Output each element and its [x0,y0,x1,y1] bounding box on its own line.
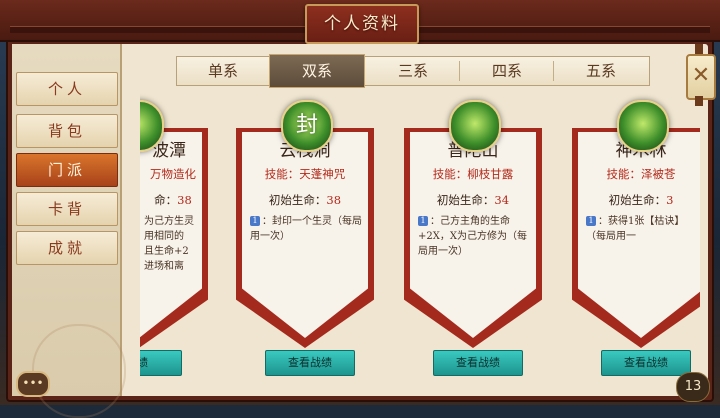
window-title: 个人资料 [324,14,400,34]
info-icon: 1 [250,216,260,226]
sidebar-item-card-back[interactable]: 卡背 [16,192,118,226]
tab-double[interactable]: 双系 [269,54,365,88]
sect-card-list: 波潭 万物造化 命：38 为己方生灵 用相同的 且生命+2 进场和离 战绩 云栈… [140,92,700,392]
sect-skill: 技能：柳枝甘露 [432,167,514,181]
info-icon: 1 [586,216,596,226]
sect-skill: 技能：泽被苍 [606,167,676,181]
sect-card[interactable]: 波潭 万物造化 命：38 为己方生灵 用相同的 且生命+2 进场和离 [140,128,208,348]
seal-sect-icon: 封 [281,100,333,152]
tab-divider [553,61,554,81]
sect-description: 为己方生灵 用相同的 且生命+2 进场和离 [144,216,194,272]
view-record-button[interactable]: 查看战绩 [601,350,691,376]
sect-hp: 初始生命：34 [436,193,510,207]
tab-quint[interactable]: 五系 [555,57,647,85]
close-icon[interactable]: ✕ [686,54,716,100]
tab-divider [459,61,460,81]
sect-hp: 初始生命：3 [608,193,674,207]
sect-description: 1 ：己方主角的生命+2X，X为己方修为（每局用一次） [418,216,527,257]
sect-hp: 命：38 [154,193,192,207]
tree-sect-icon [617,100,669,152]
tab-quad[interactable]: 四系 [461,57,553,85]
sidebar-item-achievements[interactable]: 成就 [16,231,118,265]
view-record-button[interactable]: 查看战绩 [265,350,355,376]
sect-card[interactable]: 普陀山 技能：柳枝甘露 初始生命：34 1：己方主角的生命+2X，X为己方修为（… [404,128,542,348]
willow-sect-icon [449,100,501,152]
sect-description: 1 ：封印一个生灵（每局用一次） [250,216,362,242]
sidebar-item-backpack[interactable]: 背包 [16,114,118,148]
view-record-button[interactable]: 战绩 [140,350,182,376]
tab-bar: 单系 双系 三系 四系 五系 [176,54,650,88]
sidebar-decoration [32,324,126,418]
lantern-cap [695,96,703,106]
lantern-cap [695,44,703,54]
chat-bubble-icon[interactable]: ••• [16,371,50,397]
sect-card[interactable]: 云栈洞 技能：天蓬神咒 初始生命：38 1：封印一个生灵（每局用一次） [236,128,374,348]
sect-description: 1 ：获得1张【枯诀】（每局用一 [586,216,685,242]
sidebar-item-profile[interactable]: 个人 [16,72,118,106]
tab-single[interactable]: 单系 [177,57,269,85]
view-record-button[interactable]: 查看战绩 [433,350,523,376]
tab-triple[interactable]: 三系 [367,57,459,85]
info-icon: 1 [418,216,428,226]
sect-skill: 技能：天蓬神咒 [264,167,346,181]
window-title-plate: 个人资料 [305,4,419,44]
sidebar-item-sect[interactable]: 门派 [16,153,118,187]
sect-card[interactable]: 神木林 技能：泽被苍 初始生命：3 1：获得1张【枯诀】（每局用一 [572,128,700,348]
sect-hp: 初始生命：38 [268,193,342,207]
notification-badge[interactable]: 13 [676,372,710,402]
sect-skill: 万物造化 [150,167,196,181]
